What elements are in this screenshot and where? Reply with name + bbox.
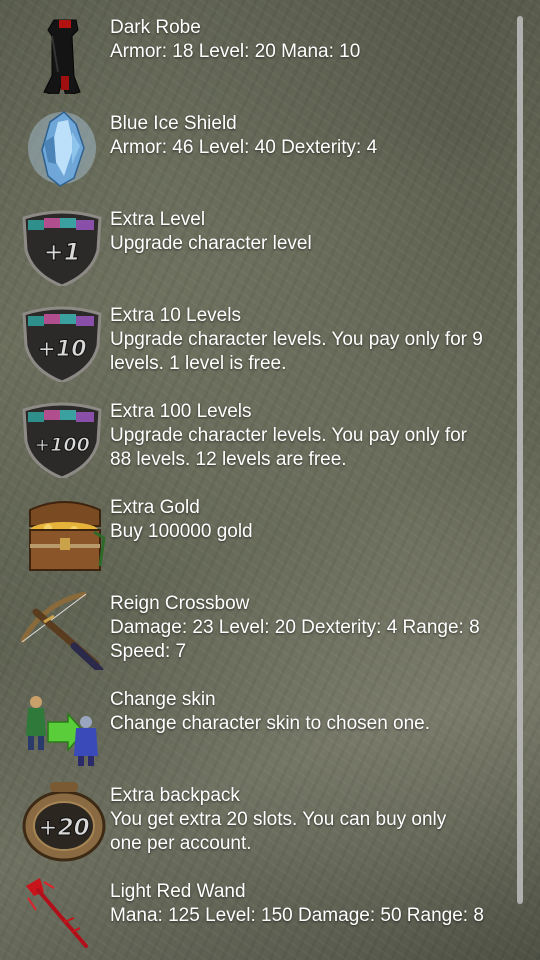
crossbow-icon bbox=[19, 591, 104, 670]
item-description: Change character skin to chosen one. bbox=[110, 713, 431, 734]
item-title: Change skin bbox=[110, 689, 216, 710]
shop-item-reign-crossbow[interactable]: Reign Crossbow Damage: 23 Level: 20 Dext… bbox=[0, 576, 520, 672]
shop-item-extra-100-levels[interactable]: +100 Extra 100 Levels Upgrade character … bbox=[0, 384, 520, 480]
item-title: Dark Robe bbox=[110, 17, 201, 38]
item-title: Extra Level bbox=[110, 209, 206, 230]
item-description: Mana: 125 Level: 150 Damage: 50 Range: 8 bbox=[110, 905, 484, 926]
level-badge-icon: +1 bbox=[22, 210, 102, 286]
item-title: Extra 100 Levels bbox=[110, 401, 252, 422]
description-line-1: Upgrade character levels. You pay only f… bbox=[110, 425, 467, 446]
item-description: Upgrade character levels. You pay only f… bbox=[110, 424, 520, 472]
shop-item-extra-level[interactable]: +1 Extra Level Upgrade character level bbox=[0, 192, 520, 288]
description-line-1: Damage: 23 Level: 20 Dexterity: 4 Range:… bbox=[110, 617, 480, 638]
backpack-icon: +20 bbox=[22, 782, 106, 862]
item-title: Extra 10 Levels bbox=[110, 305, 241, 326]
red-wand-icon bbox=[26, 878, 88, 948]
description-line-2: one per account. bbox=[110, 833, 252, 854]
description-line-2: 88 levels. 12 levels are free. bbox=[110, 449, 347, 470]
shop-item-extra-backpack[interactable]: +20 Extra backpack You get extra 20 slot… bbox=[0, 768, 520, 864]
item-title: Light Red Wand bbox=[110, 881, 246, 902]
item-title: Reign Crossbow bbox=[110, 593, 250, 614]
description-line-2: Speed: 7 bbox=[110, 641, 187, 662]
shop-item-extra-gold[interactable]: Extra Gold Buy 100000 gold bbox=[0, 480, 520, 576]
shop-item-blue-ice-shield[interactable]: Blue Ice Shield Armor: 46 Level: 40 Dext… bbox=[0, 96, 520, 192]
item-title: Extra backpack bbox=[110, 785, 240, 806]
item-description: Damage: 23 Level: 20 Dexterity: 4 Range:… bbox=[110, 616, 520, 664]
badge-label: +10 bbox=[37, 337, 86, 362]
item-description: Armor: 46 Level: 40 Dexterity: 4 bbox=[110, 137, 378, 158]
item-description: Upgrade character levels. You pay only f… bbox=[110, 328, 520, 376]
ice-shield-icon bbox=[28, 111, 96, 187]
item-description: Upgrade character level bbox=[110, 233, 312, 254]
badge-label: +1 bbox=[44, 238, 81, 266]
item-description: Armor: 18 Level: 20 Mana: 10 bbox=[110, 41, 361, 62]
description-line-2: levels. 1 level is free. bbox=[110, 353, 287, 374]
badge-label: +20 bbox=[38, 815, 89, 841]
item-title: Blue Ice Shield bbox=[110, 113, 237, 134]
treasure-chest-icon bbox=[29, 501, 106, 571]
description-line-1: Upgrade character levels. You pay only f… bbox=[110, 329, 483, 350]
badge-label: +100 bbox=[34, 434, 90, 456]
shop-item-light-red-wand[interactable]: Light Red Wand Mana: 125 Level: 150 Dama… bbox=[0, 864, 520, 960]
description-line-1: You get extra 20 slots. You can buy only bbox=[110, 809, 447, 830]
shop-item-change-skin[interactable]: Change skin Change character skin to cho… bbox=[0, 672, 520, 768]
level-badge-icon: +10 bbox=[22, 306, 102, 382]
dark-robe-icon bbox=[43, 19, 81, 94]
shop-item-list[interactable]: Dark Robe Armor: 18 Level: 20 Mana: 10 B… bbox=[0, 0, 520, 960]
shop-item-extra-10-levels[interactable]: +10 Extra 10 Levels Upgrade character le… bbox=[0, 288, 520, 384]
item-title: Extra Gold bbox=[110, 497, 200, 518]
scrollbar[interactable] bbox=[517, 16, 523, 904]
shop-item-dark-robe[interactable]: Dark Robe Armor: 18 Level: 20 Mana: 10 bbox=[0, 0, 520, 96]
item-description: You get extra 20 slots. You can buy only… bbox=[110, 808, 520, 856]
change-skin-icon bbox=[26, 696, 98, 766]
level-badge-icon: +100 bbox=[22, 402, 102, 478]
item-description: Buy 100000 gold bbox=[110, 521, 253, 542]
